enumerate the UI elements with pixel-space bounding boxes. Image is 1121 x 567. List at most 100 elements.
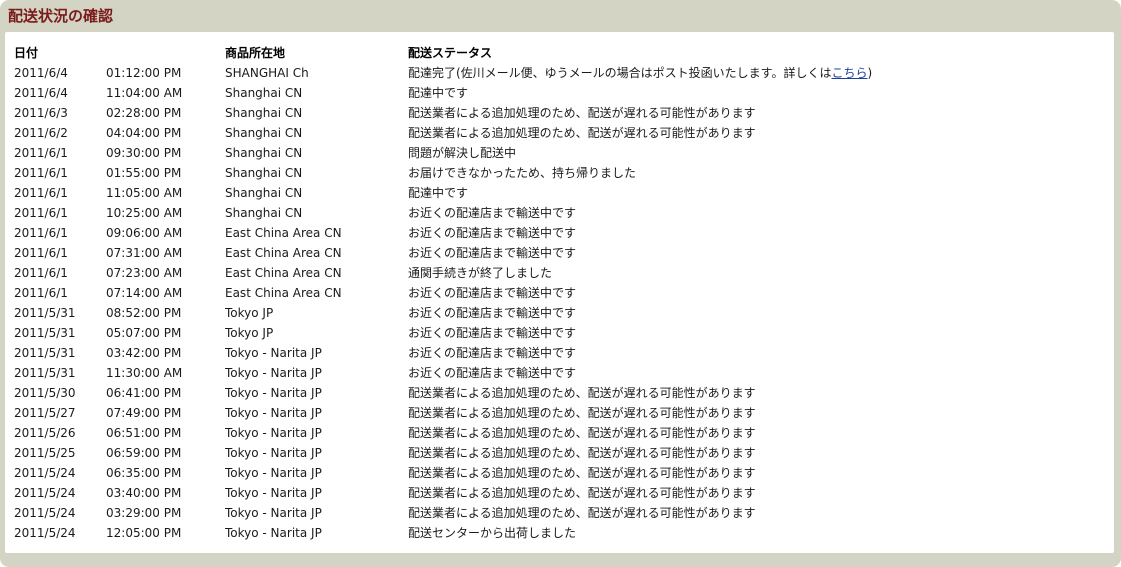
cell-date: 2011/6/3: [14, 106, 68, 120]
cell-status: 配達完了(佐川メール便、ゆうメールの場合はポスト投函いたします。詳しくはこちら): [408, 63, 1113, 83]
cell-time: 11:30:00 AM: [106, 366, 183, 380]
cell-location: Tokyo - Narita JP: [225, 506, 322, 520]
table-row: 2011/6/1 11:05:00 AM Shanghai CN 配達中です: [14, 183, 1113, 203]
cell-status: お近くの配達店まで輸送中です: [408, 326, 577, 340]
cell-location: Tokyo - Narita JP: [225, 366, 322, 380]
cell-status: 配送業者による追加処理のため、配送が遅れる可能性があります: [408, 386, 756, 400]
cell-location: SHANGHAI Ch: [225, 66, 309, 80]
cell-time: 12:05:00 PM: [106, 526, 182, 540]
cell-status: お近くの配達店まで輸送中です: [408, 286, 577, 300]
cell-date: 2011/6/4: [14, 66, 68, 80]
cell-location: Tokyo - Narita JP: [225, 526, 322, 540]
cell-status: お届けできなかったため、持ち帰りました: [408, 166, 637, 180]
cell-date: 2011/5/25: [14, 446, 76, 460]
cell-location: Tokyo - Narita JP: [225, 446, 322, 460]
cell-date: 2011/5/30: [14, 386, 76, 400]
table-row: 2011/6/4 11:04:00 AM Shanghai CN 配達中です: [14, 83, 1113, 103]
cell-status: 配送業者による追加処理のため、配送が遅れる可能性があります: [408, 106, 756, 120]
cell-status: お近くの配達店まで輸送中です: [408, 306, 577, 320]
cell-time: 10:25:00 AM: [106, 206, 183, 220]
tracking-table: 日付 商品所在地 配送ステータス 2011/6/4 01:12:00 PM SH…: [14, 43, 1113, 543]
cell-date: 2011/5/31: [14, 306, 76, 320]
cell-location: Tokyo JP: [225, 326, 274, 340]
cell-date: 2011/6/1: [14, 226, 68, 240]
cell-time: 05:07:00 PM: [106, 326, 182, 340]
cell-status: 配送業者による追加処理のため、配送が遅れる可能性があります: [408, 406, 756, 420]
table-row: 2011/5/31 05:07:00 PM Tokyo JP お近くの配達店まで輸送中…: [14, 323, 1113, 343]
status-text: 配達完了(佐川メール便、ゆうメールの場合はポスト投函いたします。詳しくは: [408, 66, 832, 80]
table-header: 日付 商品所在地 配送ステータス: [14, 43, 1113, 63]
table-row: 2011/6/1 10:25:00 AM Shanghai CN お近くの配達店まで輸…: [14, 203, 1113, 223]
cell-status: 問題が解決し配送中: [408, 146, 517, 160]
cell-time: 03:40:00 PM: [106, 486, 182, 500]
cell-status: 通関手続きが終了しました: [408, 266, 553, 280]
cell-time: 01:12:00 PM: [106, 66, 182, 80]
cell-location: Tokyo - Narita JP: [225, 466, 322, 480]
cell-time: 09:30:00 PM: [106, 146, 182, 160]
table-row: 2011/6/1 01:55:00 PM Shanghai CN お届けできなかったた…: [14, 163, 1113, 183]
cell-time: 04:04:00 PM: [106, 126, 182, 140]
cell-status: 配送業者による追加処理のため、配送が遅れる可能性があります: [408, 486, 756, 500]
cell-location: Shanghai CN: [225, 186, 303, 200]
cell-location: Shanghai CN: [225, 86, 303, 100]
cell-date: 2011/5/31: [14, 346, 76, 360]
cell-location: Shanghai CN: [225, 166, 303, 180]
table-row: 2011/5/25 06:59:00 PM Tokyo - Narita JP 配送業…: [14, 443, 1113, 463]
cell-status: 配送業者による追加処理のため、配送が遅れる可能性があります: [408, 446, 756, 460]
cell-date: 2011/6/1: [14, 206, 68, 220]
cell-location: East China Area CN: [225, 266, 342, 280]
cell-location: Shanghai CN: [225, 106, 303, 120]
table-row: 2011/5/24 12:05:00 PM Tokyo - Narita JP 配送セ…: [14, 523, 1113, 543]
cell-time: 07:23:00 AM: [106, 266, 183, 280]
table-row: 2011/6/1 09:06:00 AM East China Area CN お近く…: [14, 223, 1113, 243]
cell-location: Tokyo - Narita JP: [225, 386, 322, 400]
cell-date: 2011/6/1: [14, 266, 68, 280]
details-link[interactable]: こちら: [832, 66, 868, 80]
delivery-status-panel: 配送状況の確認 日付 商品所在地 配送ステータス 2011/6/4 01:12:…: [0, 0, 1121, 567]
cell-status: 配送業者による追加処理のため、配送が遅れる可能性があります: [408, 126, 756, 140]
cell-time: 06:35:00 PM: [106, 466, 182, 480]
cell-status: お近くの配達店まで輸送中です: [408, 206, 577, 220]
cell-time: 01:55:00 PM: [106, 166, 182, 180]
cell-status: お近くの配達店まで輸送中です: [408, 226, 577, 240]
cell-date: 2011/5/27: [14, 406, 76, 420]
table-row: 2011/5/27 07:49:00 PM Tokyo - Narita JP 配送業…: [14, 403, 1113, 423]
cell-date: 2011/6/4: [14, 86, 68, 100]
cell-date: 2011/6/2: [14, 126, 68, 140]
header-time: [106, 43, 225, 63]
table-row: 2011/5/24 03:40:00 PM Tokyo - Narita JP 配送業…: [14, 483, 1113, 503]
table-row: 2011/6/1 07:23:00 AM East China Area CN 通関手…: [14, 263, 1113, 283]
cell-time: 06:59:00 PM: [106, 446, 182, 460]
header-location: 商品所在地: [225, 46, 286, 60]
cell-location: East China Area CN: [225, 226, 342, 240]
cell-status: 配達中です: [408, 86, 469, 100]
table-body: 2011/6/4 01:12:00 PM SHANGHAI Ch 配達完了(佐川…: [14, 63, 1113, 543]
table-row: 2011/5/24 03:29:00 PM Tokyo - Narita JP 配送業…: [14, 503, 1113, 523]
cell-time: 07:49:00 PM: [106, 406, 182, 420]
cell-status: お近くの配達店まで輸送中です: [408, 246, 577, 260]
table-row: 2011/5/31 08:52:00 PM Tokyo JP お近くの配達店まで輸送中…: [14, 303, 1113, 323]
table-row: 2011/5/24 06:35:00 PM Tokyo - Narita JP 配送業…: [14, 463, 1113, 483]
cell-date: 2011/5/31: [14, 326, 76, 340]
header-status: 配送ステータス: [408, 46, 493, 60]
table-row: 2011/5/31 03:42:00 PM Tokyo - Narita JP お近く…: [14, 343, 1113, 363]
cell-location: Tokyo - Narita JP: [225, 346, 322, 360]
cell-status: お近くの配達店まで輸送中です: [408, 346, 577, 360]
table-row: 2011/6/1 09:30:00 PM Shanghai CN 問題が解決し配送中: [14, 143, 1113, 163]
cell-time: 09:06:00 AM: [106, 226, 183, 240]
table-row: 2011/6/1 07:31:00 AM East China Area CN お近く…: [14, 243, 1113, 263]
cell-date: 2011/6/1: [14, 166, 68, 180]
cell-date: 2011/5/24: [14, 526, 76, 540]
cell-status: 配送センターから出荷しました: [408, 526, 577, 540]
cell-status: 配送業者による追加処理のため、配送が遅れる可能性があります: [408, 506, 756, 520]
table-row: 2011/6/4 01:12:00 PM SHANGHAI Ch 配達完了(佐川…: [14, 63, 1113, 83]
cell-date: 2011/6/1: [14, 186, 68, 200]
header-row: 日付 商品所在地 配送ステータス: [14, 43, 1113, 63]
table-row: 2011/6/1 07:14:00 AM East China Area CN お近く…: [14, 283, 1113, 303]
cell-date: 2011/5/24: [14, 486, 76, 500]
cell-location: East China Area CN: [225, 286, 342, 300]
table-row: 2011/6/3 02:28:00 PM Shanghai CN 配送業者による追加処…: [14, 103, 1113, 123]
cell-date: 2011/6/1: [14, 146, 68, 160]
cell-time: 06:41:00 PM: [106, 386, 182, 400]
table-row: 2011/5/31 11:30:00 AM Tokyo - Narita JP お近く…: [14, 363, 1113, 383]
